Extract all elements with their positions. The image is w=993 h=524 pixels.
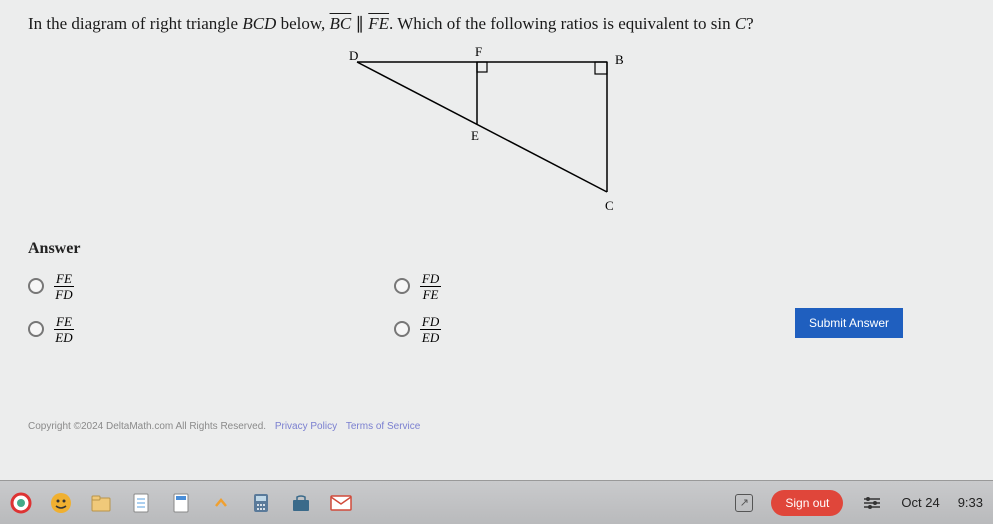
signout-button[interactable]: Sign out [771,490,843,516]
copyright-text: Copyright ©2024 DeltaMath.com All Rights… [28,421,266,432]
browser-icon[interactable] [10,492,32,514]
label-E: E [471,128,479,143]
option-a[interactable]: FE FD [28,272,74,301]
answer-header: Answer [28,240,965,258]
files-icon[interactable] [90,492,112,514]
option-b[interactable]: FD FE [394,272,441,301]
radio-icon [28,278,44,294]
footer: Copyright ©2024 DeltaMath.com All Rights… [28,421,420,432]
taskbar-time: 9:33 [958,495,983,510]
app-icon[interactable] [50,492,72,514]
terms-link[interactable]: Terms of Service [346,421,420,432]
privacy-link[interactable]: Privacy Policy [275,421,337,432]
calc-icon[interactable] [250,492,272,514]
radio-icon [394,321,410,337]
doc-icon[interactable] [170,492,192,514]
question-text: In the diagram of right triangle BCD bel… [28,12,965,36]
taskbar: ↗ Sign out Oct 24 9:33 [0,480,993,524]
radio-icon [394,278,410,294]
option-label: FE FD [54,272,74,301]
option-label: FE ED [54,315,74,344]
option-label: FD ED [420,315,441,344]
label-D: D [349,48,358,63]
triangle-diagram: D F B E C [327,42,667,222]
label-B: B [615,52,624,67]
submit-button[interactable]: Submit Answer [795,308,903,338]
settings-icon[interactable] [861,492,883,514]
option-d[interactable]: FD ED [394,315,441,344]
option-label: FD FE [420,272,441,301]
label-F: F [475,44,482,59]
store-icon[interactable] [290,492,312,514]
notes-icon[interactable] [130,492,152,514]
chevron-up-icon[interactable] [210,492,232,514]
label-C: C [605,198,614,213]
radio-icon [28,321,44,337]
option-c[interactable]: FE ED [28,315,74,344]
mail-icon[interactable] [330,492,352,514]
taskbar-date: Oct 24 [901,495,939,510]
share-icon[interactable]: ↗ [735,494,753,512]
